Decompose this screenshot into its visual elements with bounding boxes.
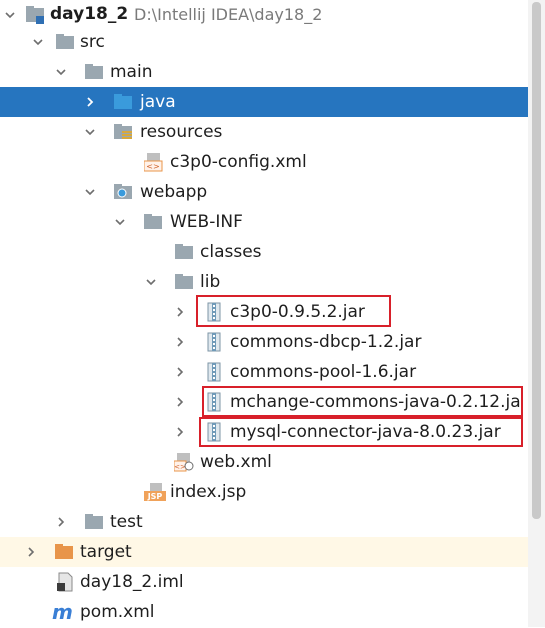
folder-icon — [55, 32, 75, 52]
node-label: mysql-connector-java-8.0.23.jar — [230, 422, 501, 442]
node-label: src — [80, 32, 105, 52]
jsp-file-icon: JSP — [144, 482, 166, 502]
node-label: pom.xml — [80, 602, 155, 622]
tree-row-jar[interactable]: c3p0-0.9.5.2.jar — [0, 297, 528, 327]
chevron-right-icon[interactable] — [172, 424, 188, 440]
jar-icon — [205, 302, 225, 322]
web-xml-file-icon: <> — [173, 452, 194, 472]
chevron-down-icon[interactable] — [2, 7, 18, 23]
excluded-folder-icon — [54, 542, 74, 562]
tree-row-src[interactable]: src — [0, 27, 528, 57]
node-label: main — [110, 62, 153, 82]
tree-row-jar[interactable]: mchange-commons-java-0.2.12.ja — [0, 387, 528, 417]
node-label: lib — [200, 272, 221, 292]
tree-row-classes[interactable]: classes — [0, 237, 528, 267]
web-folder-icon — [113, 182, 133, 202]
chevron-down-icon[interactable] — [82, 124, 98, 140]
node-label: test — [110, 512, 143, 532]
node-label: commons-dbcp-1.2.jar — [230, 332, 422, 352]
folder-icon — [143, 212, 163, 232]
node-label: mchange-commons-java-0.2.12.ja — [230, 392, 521, 412]
node-label: day18_2.iml — [80, 572, 184, 592]
project-path: D:\Intellij IDEA\day18_2 — [134, 5, 323, 24]
folder-icon — [174, 242, 194, 262]
project-name: day18_2 — [50, 4, 129, 24]
tree-row-webapp[interactable]: webapp — [0, 177, 528, 207]
source-folder-icon — [113, 92, 133, 112]
chevron-down-icon[interactable] — [53, 64, 69, 80]
project-tree[interactable]: day18_2 D:\Intellij IDEA\day18_2 src mai… — [0, 0, 528, 627]
tree-row-web-xml[interactable]: <> web.xml — [0, 447, 528, 477]
chevron-right-icon[interactable] — [172, 364, 188, 380]
xml-icon-glyph: <> — [174, 463, 186, 471]
folder-icon — [174, 272, 194, 292]
module-folder-icon — [25, 5, 45, 25]
chevron-down-icon[interactable] — [30, 34, 46, 50]
tree-row-jar[interactable]: mysql-connector-java-8.0.23.jar — [0, 417, 528, 447]
folder-icon — [84, 62, 104, 82]
tree-row-c3p0-config[interactable]: <> c3p0-config.xml — [0, 147, 528, 177]
tree-row-java[interactable]: java — [0, 87, 528, 117]
xml-file-icon: <> — [143, 152, 164, 172]
tree-row-jar[interactable]: commons-pool-1.6.jar — [0, 357, 528, 387]
tree-row-project[interactable]: day18_2 D:\Intellij IDEA\day18_2 — [0, 0, 528, 30]
jar-icon — [205, 422, 225, 442]
maven-icon-glyph: m — [52, 601, 73, 623]
chevron-down-icon[interactable] — [143, 274, 159, 290]
maven-icon: m — [52, 600, 73, 624]
node-label: web.xml — [200, 452, 272, 472]
node-label: index.jsp — [170, 482, 247, 502]
chevron-right-icon[interactable] — [23, 544, 39, 560]
tree-row-resources[interactable]: resources — [0, 117, 528, 147]
jar-icon — [205, 332, 225, 352]
jar-icon — [205, 362, 225, 382]
chevron-down-icon[interactable] — [82, 184, 98, 200]
chevron-right-icon[interactable] — [172, 304, 188, 320]
tree-row-pom[interactable]: m pom.xml — [0, 597, 528, 627]
node-label: classes — [200, 242, 262, 262]
resources-folder-icon — [113, 122, 133, 142]
node-label: WEB-INF — [170, 212, 243, 232]
jsp-icon-glyph: JSP — [147, 492, 163, 501]
folder-icon — [84, 512, 104, 532]
chevron-right-icon[interactable] — [53, 514, 69, 530]
tree-row-lib[interactable]: lib — [0, 267, 528, 297]
node-label: commons-pool-1.6.jar — [230, 362, 417, 382]
tree-row-jar[interactable]: commons-dbcp-1.2.jar — [0, 327, 528, 357]
scrollbar-thumb[interactable] — [532, 2, 541, 519]
node-label: c3p0-0.9.5.2.jar — [230, 302, 365, 322]
tree-row-web-inf[interactable]: WEB-INF — [0, 207, 528, 237]
node-label: c3p0-config.xml — [170, 152, 307, 172]
node-label: java — [140, 92, 176, 112]
node-label: target — [80, 542, 132, 562]
chevron-right-icon[interactable] — [172, 334, 188, 350]
node-label: webapp — [140, 182, 208, 202]
node-label: resources — [140, 122, 223, 142]
jar-icon — [205, 392, 225, 412]
chevron-right-icon[interactable] — [172, 394, 188, 410]
xml-icon-glyph: <> — [146, 162, 159, 171]
chevron-right-icon[interactable] — [82, 94, 98, 110]
tree-row-target[interactable]: target — [0, 537, 528, 567]
chevron-down-icon[interactable] — [112, 214, 128, 230]
vertical-scrollbar[interactable] — [528, 0, 545, 627]
tree-row-index-jsp[interactable]: JSP index.jsp — [0, 477, 528, 507]
tree-row-iml[interactable]: day18_2.iml — [0, 567, 528, 597]
iml-file-icon — [55, 572, 75, 592]
tree-row-main[interactable]: main — [0, 57, 528, 87]
tree-row-test[interactable]: test — [0, 507, 528, 537]
